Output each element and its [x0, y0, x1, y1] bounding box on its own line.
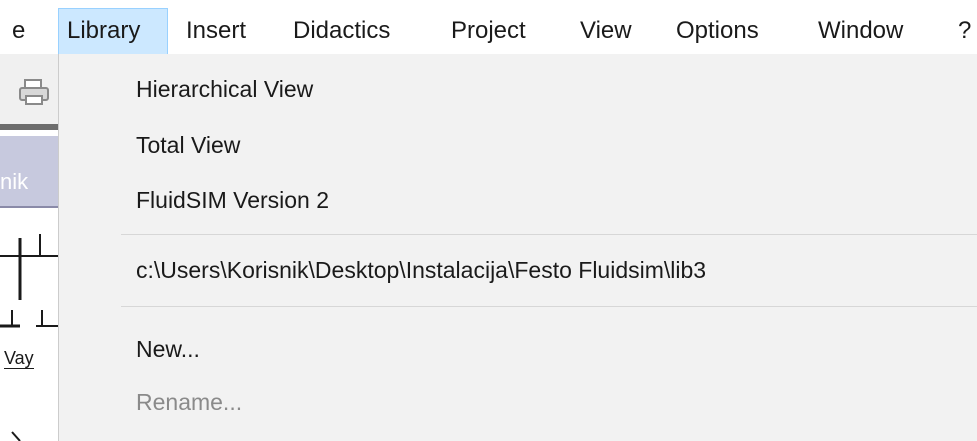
menu-item-fluidsim-version-2[interactable]: FluidSIM Version 2 [136, 186, 329, 214]
printer-icon[interactable] [18, 79, 50, 105]
menu-separator [121, 306, 977, 307]
library-dropdown-menu: Hierarchical View Total View FluidSIM Ve… [58, 54, 977, 441]
panel-divider [0, 124, 58, 130]
menu-file-partial[interactable]: e [0, 8, 52, 54]
menu-bar: e Library Insert Didactics Project View … [0, 0, 977, 54]
menu-insert[interactable]: Insert [186, 8, 246, 54]
symbol-label-fragment: Vay [4, 348, 34, 369]
menu-library[interactable]: Library [58, 8, 168, 54]
menu-item-new[interactable]: New... [136, 335, 200, 363]
app-window: e Library Insert Didactics Project View … [0, 0, 977, 441]
menu-window[interactable]: Window [818, 8, 903, 54]
menu-item-rename: Rename... [136, 389, 243, 415]
menu-options[interactable]: Options [676, 8, 759, 54]
menu-separator [121, 234, 977, 235]
menu-view[interactable]: View [580, 8, 632, 54]
menu-item-total-view[interactable]: Total View [136, 131, 240, 159]
tab-label-fragment: nik [0, 169, 29, 194]
menu-project[interactable]: Project [451, 8, 526, 54]
menu-item-hierarchical-view[interactable]: Hierarchical View [136, 75, 313, 103]
valve-symbol-fragment [0, 234, 58, 441]
menu-item-recent-library-path[interactable]: c:\Users\Korisnik\Desktop\Instalacija\Fe… [136, 256, 706, 284]
menu-didactics[interactable]: Didactics [293, 8, 390, 54]
menu-help[interactable]: ? [958, 8, 971, 54]
